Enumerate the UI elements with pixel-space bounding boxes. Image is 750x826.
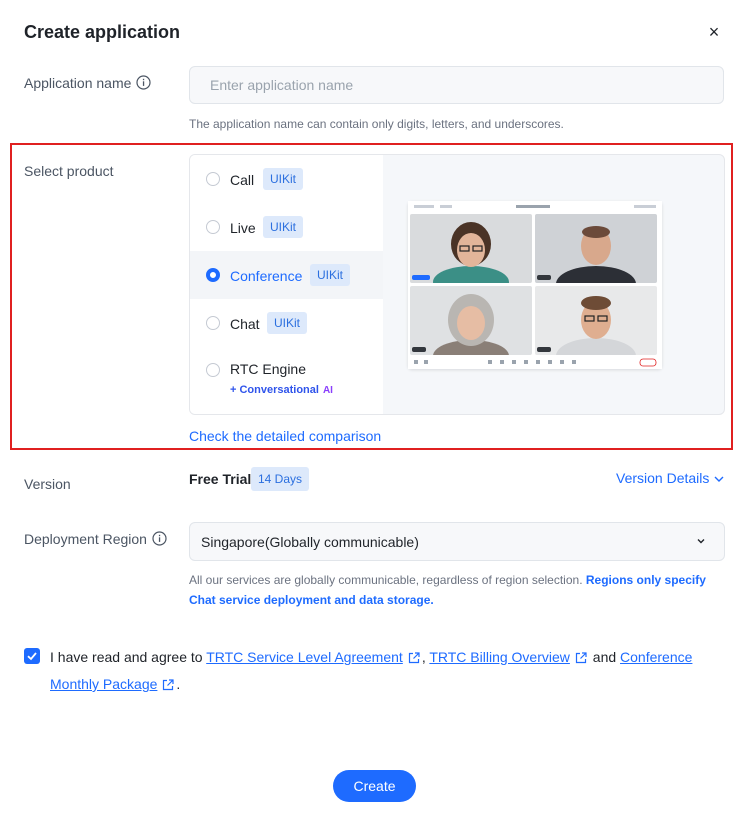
product-name-rtc-engine: RTC Engine	[230, 361, 307, 377]
sla-link[interactable]: TRTC Service Level Agreement	[206, 649, 403, 665]
close-icon[interactable]: ×	[704, 20, 724, 44]
product-name-live: Live	[230, 220, 256, 236]
application-name-input[interactable]	[189, 66, 724, 104]
participant-tile-4	[535, 286, 657, 355]
info-icon[interactable]	[152, 531, 167, 549]
version-details-link[interactable]: Version Details	[616, 470, 725, 486]
product-panel: Call UIKit Live UIKit Conference UIKit C…	[189, 154, 725, 415]
external-link-icon	[162, 674, 175, 699]
detailed-comparison-link[interactable]: Check the detailed comparison	[189, 428, 381, 444]
conversational-label: + Conversational AI	[230, 384, 333, 396]
agreement-prefix: I have read and agree to	[50, 649, 207, 665]
chevron-down-icon	[714, 476, 724, 483]
agreement-sep2: and	[588, 649, 621, 665]
agreement-checkbox[interactable]	[24, 648, 40, 664]
application-name-label-text: Application name	[24, 75, 132, 91]
product-name-call: Call	[230, 172, 255, 188]
radio-call[interactable]	[206, 172, 220, 186]
create-button[interactable]: Create	[333, 770, 416, 802]
product-option-chat[interactable]: Chat UIKit	[190, 299, 383, 347]
trial-days-badge: 14 Days	[251, 467, 310, 491]
external-link-icon	[408, 647, 420, 672]
radio-live[interactable]	[206, 220, 220, 234]
uikit-badge-conference: UIKit	[310, 264, 351, 286]
preview-topbar	[408, 201, 662, 213]
deployment-region-value: Singapore(Globally communicable)	[201, 534, 419, 550]
application-name-hint: The application name can contain only di…	[189, 117, 564, 131]
checkmark-icon	[27, 652, 37, 661]
info-icon[interactable]	[136, 75, 152, 93]
application-name-label: Application name	[24, 75, 152, 93]
uikit-badge-live: UIKit	[263, 216, 304, 238]
product-name-chat: Chat	[230, 316, 260, 332]
chevron-down-icon	[697, 539, 705, 544]
deployment-region-label-text: Deployment Region	[24, 531, 147, 547]
preview-toolbar	[408, 356, 662, 369]
conversational-text: + Conversational	[230, 384, 319, 396]
agreement-text: I have read and agree to TRTC Service Le…	[50, 645, 740, 699]
region-note: All our services are globally communicab…	[189, 570, 729, 610]
version-label: Version	[24, 476, 71, 492]
create-application-dialog: Create application × Application name Th…	[0, 0, 750, 826]
participant-tile-1	[410, 214, 532, 283]
product-option-live[interactable]: Live UIKit	[190, 203, 383, 251]
radio-chat[interactable]	[206, 316, 220, 330]
uikit-badge-call: UIKit	[263, 168, 304, 190]
product-name-conference: Conference	[230, 268, 303, 284]
radio-rtc-engine[interactable]	[206, 363, 220, 377]
uikit-badge-chat: UIKit	[267, 312, 308, 334]
external-link-icon	[575, 647, 587, 672]
dialog-title: Create application	[24, 22, 181, 42]
participant-tile-3	[410, 286, 532, 355]
product-option-rtc-engine[interactable]: RTC Engine + Conversational AI	[190, 347, 383, 414]
region-note-plain: All our services are globally communicab…	[189, 573, 586, 587]
radio-conference[interactable]	[206, 268, 220, 282]
product-list: Call UIKit Live UIKit Conference UIKit C…	[190, 155, 383, 414]
conference-preview-image	[408, 201, 662, 369]
agreement-suffix: .	[176, 676, 181, 692]
participant-tile-2	[535, 214, 657, 283]
product-option-conference[interactable]: Conference UIKit	[190, 251, 383, 299]
product-option-call[interactable]: Call UIKit	[190, 155, 383, 203]
select-product-label: Select product	[24, 163, 114, 179]
deployment-region-label: Deployment Region	[24, 531, 167, 549]
version-details-text: Version Details	[616, 470, 710, 486]
billing-overview-link[interactable]: TRTC Billing Overview	[429, 649, 570, 665]
ai-sparkle-icon: AI	[322, 385, 333, 396]
deployment-region-select[interactable]: Singapore(Globally communicable)	[189, 522, 725, 561]
version-plan: Free Trial	[189, 471, 252, 487]
